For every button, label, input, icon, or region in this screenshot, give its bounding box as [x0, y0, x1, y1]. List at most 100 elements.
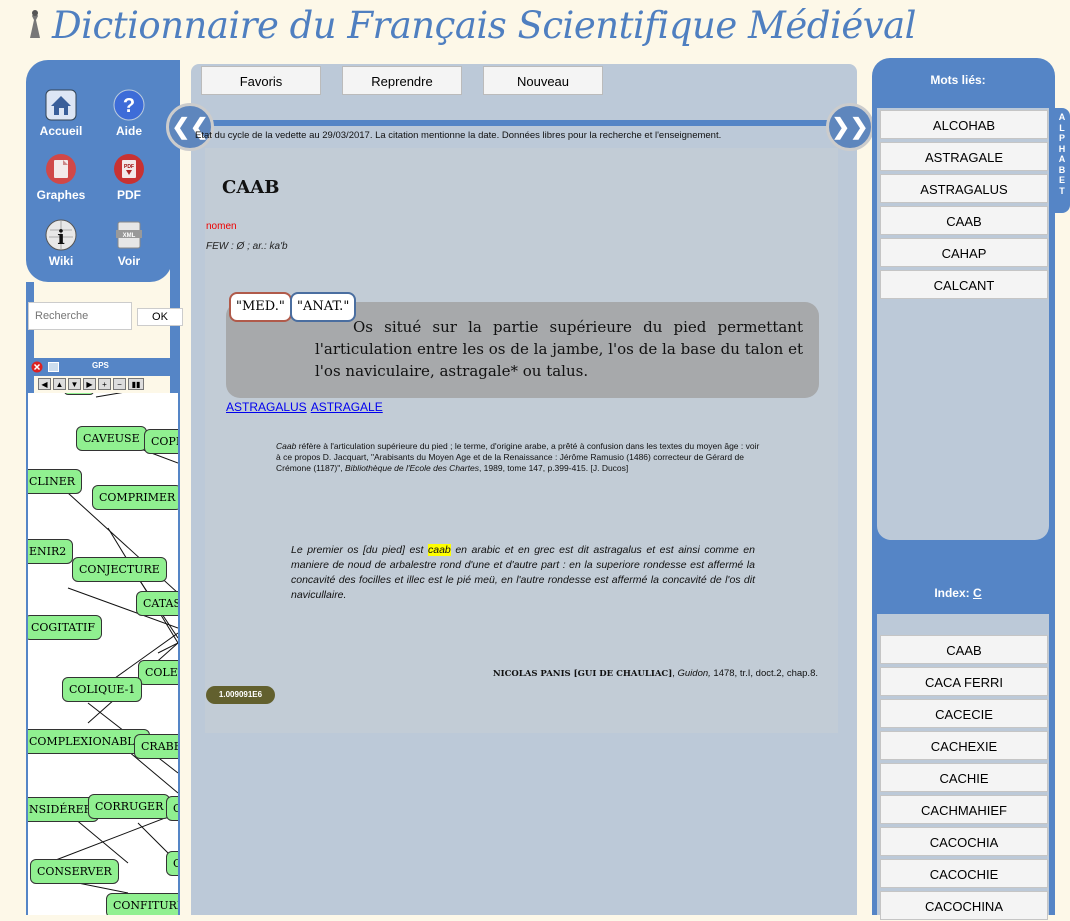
gps-toolbar: ◀ ▲ ▼ ▶ + − ▮▮ [38, 378, 144, 391]
graph-icon [46, 154, 76, 184]
menu-aide-label: Aide [115, 124, 142, 138]
gps-node[interactable]: COLET [138, 660, 178, 685]
pan-home-icon[interactable]: ▲ [53, 378, 66, 390]
gps-node[interactable]: C [166, 796, 178, 821]
svg-text:?: ? [123, 95, 135, 117]
index-item[interactable]: CACA FERRI [880, 667, 1048, 696]
pan-right-icon[interactable]: ▶ [83, 378, 96, 390]
link-astragale[interactable]: ASTRAGALE [311, 400, 383, 414]
gps-node[interactable]: CRABE [134, 734, 178, 759]
entry-note: Caab réfère à l'articulation supérieure … [276, 441, 766, 474]
expand-icon[interactable] [48, 362, 59, 372]
menu-wiki[interactable]: i Wiki [26, 218, 96, 268]
link-astragalus[interactable]: ASTRAGALUS [226, 400, 307, 414]
reprendre-button[interactable]: Reprendre [342, 66, 462, 95]
gps-node[interactable]: COGITATIF [28, 615, 102, 640]
source-author: NICOLAS PANIS [GUI DE CHAULIAC] [492, 669, 673, 679]
gps-node[interactable]: COLIQUE-1 [62, 677, 143, 702]
citation-start: Le premier os [du pied] est [291, 544, 428, 556]
home-icon [45, 89, 77, 121]
gps-node[interactable]: CONJECTURE [72, 557, 167, 582]
close-icon[interactable] [31, 361, 43, 373]
gps-node[interactable]: COMPRIMER [92, 485, 178, 510]
pdf-icon: PDF [114, 154, 144, 184]
menu-aide[interactable]: ? Aide [94, 88, 164, 138]
part-of-speech: nomen [206, 221, 237, 232]
mot-lie-item[interactable]: CALCANT [880, 270, 1048, 299]
entry-status: Etat du cycle de la vedette au 29/03/201… [195, 130, 722, 141]
index-letter-link[interactable]: C [973, 586, 982, 600]
index-title: Index: C [872, 586, 1044, 600]
domain-tag-med: "MED." [229, 292, 292, 322]
gps-node[interactable]: COPIE [144, 429, 178, 454]
gps-node[interactable]: ENIR2 [28, 539, 74, 564]
index-item[interactable]: CAAB [880, 635, 1048, 664]
fit-icon[interactable]: ▮▮ [128, 378, 144, 390]
index-item[interactable]: CACECIE [880, 699, 1048, 728]
menu-pdf[interactable]: PDF PDF [94, 152, 164, 202]
gps-node[interactable]: CONFITURE [106, 893, 178, 915]
svg-text:PDF: PDF [124, 164, 134, 170]
version-badge: 1.009091E6 [206, 686, 275, 704]
index-item[interactable]: CACOCHINA [880, 891, 1048, 920]
xml-icon: XML [116, 221, 142, 249]
index-item[interactable]: CACHIE [880, 763, 1048, 792]
note-word: Caab [276, 441, 297, 451]
zoom-out-icon[interactable]: − [113, 378, 126, 390]
index-item[interactable]: CACOCHIE [880, 859, 1048, 888]
gps-node[interactable]: CLINER [28, 469, 83, 494]
menu-wiki-label: Wiki [48, 254, 74, 268]
menu-pdf-label: PDF [117, 188, 141, 202]
gps-node[interactable]: COMPLEXIONABLE [28, 729, 150, 754]
site-title: Dictionnaire du Français Scientifique Mé… [52, 4, 917, 47]
source-reference: 1478, tr.I, doct.2, chap.8. [710, 668, 818, 679]
nouveau-button[interactable]: Nouveau [483, 66, 603, 95]
next-entry-icon[interactable]: ❯❯ [826, 103, 874, 151]
svg-text:i: i [57, 225, 65, 249]
gps-node[interactable]: CATAST [136, 591, 178, 616]
few-etymology: FEW : Ø ; ar.: ka'b [206, 241, 288, 252]
previous-entry-icon[interactable]: ❮❮ [166, 103, 214, 151]
index-item[interactable]: CACOCHIA [880, 827, 1048, 856]
note-end: , 1989, tome 147, p.399-415. [J. Ducos] [478, 463, 629, 473]
scholar-ornament-icon [30, 10, 40, 38]
citation-highlight: caab [428, 544, 451, 556]
menu-voir-label: Voir [117, 254, 141, 268]
gps-node[interactable]: CORRUGER [88, 794, 171, 819]
mot-lie-item[interactable]: ASTRAGALE [880, 142, 1048, 171]
mot-lie-item[interactable]: CAHAP [880, 238, 1048, 267]
index-item[interactable]: CACHEXIE [880, 731, 1048, 760]
search-input[interactable] [28, 302, 132, 330]
index-item[interactable]: CACHMAHIEF [880, 795, 1048, 824]
mot-lie-item[interactable]: CAAB [880, 206, 1048, 235]
gps-node[interactable]: C [166, 851, 178, 876]
definition-text: Os situé sur la partie supérieure du pie… [315, 318, 803, 380]
mot-lie-item[interactable]: ASTRAGALUS [880, 174, 1048, 203]
index-label: Index: [934, 586, 970, 600]
menu-graphes-label: Graphes [36, 188, 86, 202]
gps-node[interactable]: CONSERVER [30, 859, 119, 884]
pan-down-icon[interactable]: ▼ [68, 378, 81, 390]
menu-accueil-label: Accueil [39, 124, 83, 138]
mot-lie-item[interactable]: ALCOHAB [880, 110, 1048, 139]
nav-band [191, 120, 857, 126]
search-ok-button[interactable]: OK [137, 308, 183, 326]
alphabet-tab[interactable]: ALPHABET [1054, 108, 1070, 213]
gps-graph[interactable]: CAVEUSE COPIE CLINER COMPRIMER ENIR2 CON… [28, 393, 178, 915]
related-links: ASTRAGALUS ASTRAGALE [226, 400, 387, 414]
menu-graphes[interactable]: Graphes [26, 152, 96, 202]
gps-node[interactable]: CAVEUSE [76, 426, 147, 451]
wiki-icon: i [45, 219, 77, 251]
menu-accueil[interactable]: Accueil [26, 88, 96, 138]
pan-left-icon[interactable]: ◀ [38, 378, 51, 390]
zoom-in-icon[interactable]: + [98, 378, 111, 390]
help-icon: ? [113, 89, 145, 121]
gps-title: GPS [92, 361, 109, 370]
mots-lies-list [877, 108, 1049, 540]
menu-voir[interactable]: XML Voir [94, 218, 164, 268]
favoris-button[interactable]: Favoris [201, 66, 321, 95]
note-journal: Bibliothèque de l'Ecole des Chartes [345, 463, 479, 473]
alphabet-tab-label: ALPHABET [1058, 112, 1066, 196]
mots-lies-title: Mots liés: [930, 73, 986, 87]
citation: Le premier os [du pied] est caab en arab… [291, 543, 755, 603]
